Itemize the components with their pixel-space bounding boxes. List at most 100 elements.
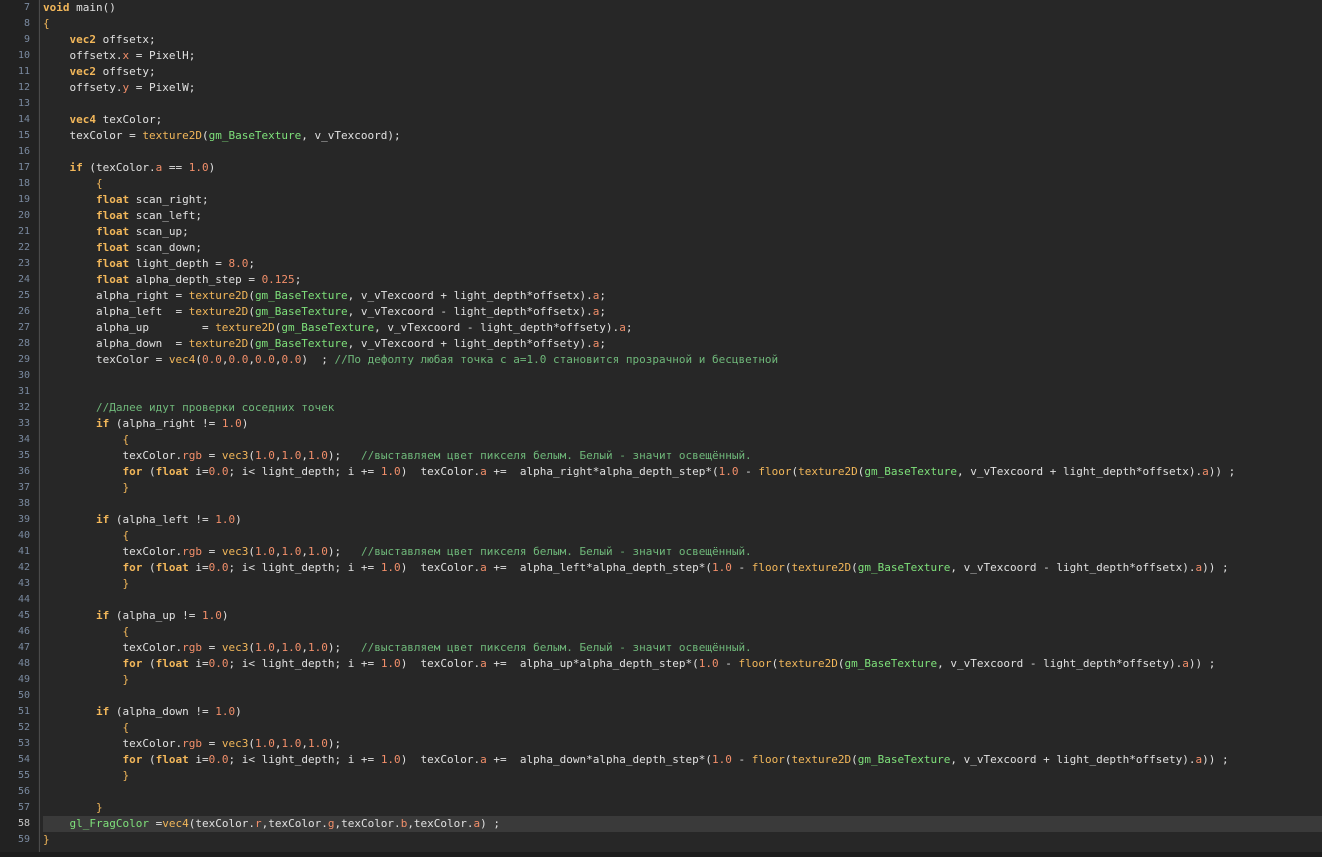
code-text[interactable]: float light_depth = 8.0; [43, 256, 1322, 272]
code-line[interactable]: 10 offsetx.x = PixelH; [0, 48, 1322, 64]
code-line[interactable]: 59} [0, 832, 1322, 848]
code-line[interactable]: 45 if (alpha_up != 1.0) [0, 608, 1322, 624]
code-text[interactable]: texColor.rgb = vec3(1.0,1.0,1.0); [43, 736, 1322, 752]
code-line[interactable]: 42 for (float i=0.0; i< light_depth; i +… [0, 560, 1322, 576]
code-line[interactable]: 34 { [0, 432, 1322, 448]
code-text[interactable]: offsetx.x = PixelH; [43, 48, 1322, 64]
code-line[interactable]: 52 { [0, 720, 1322, 736]
code-line[interactable]: 17 if (texColor.a == 1.0) [0, 160, 1322, 176]
code-line[interactable]: 36 for (float i=0.0; i< light_depth; i +… [0, 464, 1322, 480]
code-text[interactable] [43, 592, 1322, 608]
code-line[interactable]: 50 [0, 688, 1322, 704]
code-text[interactable]: if (alpha_up != 1.0) [43, 608, 1322, 624]
code-line[interactable]: 39 if (alpha_left != 1.0) [0, 512, 1322, 528]
code-text[interactable]: } [43, 672, 1322, 688]
code-line[interactable]: 40 { [0, 528, 1322, 544]
code-line[interactable]: 29 texColor = vec4(0.0,0.0,0.0,0.0) ; //… [0, 352, 1322, 368]
code-text[interactable] [43, 144, 1322, 160]
code-text[interactable]: { [43, 624, 1322, 640]
code-line[interactable]: 23 float light_depth = 8.0; [0, 256, 1322, 272]
code-line[interactable]: 22 float scan_down; [0, 240, 1322, 256]
code-line[interactable]: 20 float scan_left; [0, 208, 1322, 224]
code-line[interactable]: 53 texColor.rgb = vec3(1.0,1.0,1.0); [0, 736, 1322, 752]
code-text[interactable]: texColor.rgb = vec3(1.0,1.0,1.0); //выст… [43, 544, 1322, 560]
code-line[interactable]: 56 [0, 784, 1322, 800]
code-line[interactable]: 26 alpha_left = texture2D(gm_BaseTexture… [0, 304, 1322, 320]
code-line[interactable]: 7 void main() [0, 0, 1322, 16]
code-text[interactable]: if (alpha_left != 1.0) [43, 512, 1322, 528]
code-text[interactable]: { [43, 432, 1322, 448]
code-line[interactable]: 57 } [0, 800, 1322, 816]
code-line[interactable]: 8{ [0, 16, 1322, 32]
code-text[interactable]: alpha_down = texture2D(gm_BaseTexture, v… [43, 336, 1322, 352]
code-text[interactable]: } [43, 832, 1322, 848]
code-text[interactable]: vec2 offsetx; [43, 32, 1322, 48]
code-text[interactable]: } [43, 576, 1322, 592]
code-text[interactable] [43, 784, 1322, 800]
code-line[interactable]: 32 //Далее идут проверки соседних точек [0, 400, 1322, 416]
code-text[interactable]: texColor.rgb = vec3(1.0,1.0,1.0); //выст… [43, 448, 1322, 464]
code-line[interactable]: 48 for (float i=0.0; i< light_depth; i +… [0, 656, 1322, 672]
code-text[interactable]: float scan_down; [43, 240, 1322, 256]
code-line[interactable]: 37 } [0, 480, 1322, 496]
code-line[interactable]: 11 vec2 offsety; [0, 64, 1322, 80]
code-text[interactable] [43, 384, 1322, 400]
code-text[interactable]: for (float i=0.0; i< light_depth; i += 1… [43, 752, 1322, 768]
code-text[interactable]: } [43, 768, 1322, 784]
code-line[interactable]: 44 [0, 592, 1322, 608]
code-text[interactable] [43, 496, 1322, 512]
code-line[interactable]: 16 [0, 144, 1322, 160]
code-line[interactable]: 43 } [0, 576, 1322, 592]
code-text[interactable]: vec4 texColor; [43, 112, 1322, 128]
code-line[interactable]: 18 { [0, 176, 1322, 192]
code-line[interactable]: 12 offsety.y = PixelW; [0, 80, 1322, 96]
code-line[interactable]: 41 texColor.rgb = vec3(1.0,1.0,1.0); //в… [0, 544, 1322, 560]
code-text[interactable]: alpha_right = texture2D(gm_BaseTexture, … [43, 288, 1322, 304]
code-text[interactable]: } [43, 800, 1322, 816]
code-line[interactable]: 19 float scan_right; [0, 192, 1322, 208]
code-text[interactable]: alpha_left = texture2D(gm_BaseTexture, v… [43, 304, 1322, 320]
code-text[interactable]: texColor = texture2D(gm_BaseTexture, v_v… [43, 128, 1322, 144]
code-line[interactable]: 46 { [0, 624, 1322, 640]
code-text[interactable]: { [43, 528, 1322, 544]
code-line[interactable]: 47 texColor.rgb = vec3(1.0,1.0,1.0); //в… [0, 640, 1322, 656]
code-text[interactable]: } [43, 480, 1322, 496]
code-editor[interactable]: 7 void main() 8{9 vec2 offsetx; 10 offsetx.… [0, 0, 1322, 852]
code-lines[interactable]: 7 void main() 8{9 vec2 offsetx; 10 offsetx.… [0, 0, 1322, 848]
code-text[interactable]: { [43, 176, 1322, 192]
code-text[interactable]: texColor.rgb = vec3(1.0,1.0,1.0); //выст… [43, 640, 1322, 656]
code-text[interactable]: if (alpha_down != 1.0) [43, 704, 1322, 720]
code-line[interactable]: 51 if (alpha_down != 1.0) [0, 704, 1322, 720]
code-line[interactable]: 28 alpha_down = texture2D(gm_BaseTexture… [0, 336, 1322, 352]
code-text[interactable]: texColor = vec4(0.0,0.0,0.0,0.0) ; //По … [43, 352, 1322, 368]
code-text[interactable]: float scan_left; [43, 208, 1322, 224]
code-text[interactable]: for (float i=0.0; i< light_depth; i += 1… [43, 560, 1322, 576]
code-text[interactable]: if (texColor.a == 1.0) [43, 160, 1322, 176]
code-line[interactable]: 33 if (alpha_right != 1.0) [0, 416, 1322, 432]
code-line[interactable]: 38 [0, 496, 1322, 512]
code-line[interactable]: 31 [0, 384, 1322, 400]
code-text[interactable]: for (float i=0.0; i< light_depth; i += 1… [43, 656, 1322, 672]
code-line[interactable]: 9 vec2 offsetx; [0, 32, 1322, 48]
code-line[interactable]: 54 for (float i=0.0; i< light_depth; i +… [0, 752, 1322, 768]
code-text[interactable]: offsety.y = PixelW; [43, 80, 1322, 96]
code-line[interactable]: 15 texColor = texture2D(gm_BaseTexture, … [0, 128, 1322, 144]
code-text[interactable]: float alpha_depth_step = 0.125; [43, 272, 1322, 288]
code-text[interactable]: void main() [43, 0, 1322, 16]
code-text[interactable]: { [43, 16, 1322, 32]
code-text[interactable]: float scan_up; [43, 224, 1322, 240]
code-text[interactable]: gl_FragColor =vec4(texColor.r,texColor.g… [43, 816, 1322, 832]
code-text[interactable]: vec2 offsety; [43, 64, 1322, 80]
code-text[interactable] [43, 368, 1322, 384]
code-line[interactable]: 21 float scan_up; [0, 224, 1322, 240]
code-line[interactable]: 30 [0, 368, 1322, 384]
code-line[interactable]: 25 alpha_right = texture2D(gm_BaseTextur… [0, 288, 1322, 304]
code-line[interactable]: 13 [0, 96, 1322, 112]
code-text[interactable] [43, 688, 1322, 704]
code-line[interactable]: 35 texColor.rgb = vec3(1.0,1.0,1.0); //в… [0, 448, 1322, 464]
code-line[interactable]: 58 gl_FragColor =vec4(texColor.r,texColo… [0, 816, 1322, 832]
code-line[interactable]: 24 float alpha_depth_step = 0.125; [0, 272, 1322, 288]
code-text[interactable]: { [43, 720, 1322, 736]
code-text[interactable]: if (alpha_right != 1.0) [43, 416, 1322, 432]
code-line[interactable]: 27 alpha_up = texture2D(gm_BaseTexture, … [0, 320, 1322, 336]
